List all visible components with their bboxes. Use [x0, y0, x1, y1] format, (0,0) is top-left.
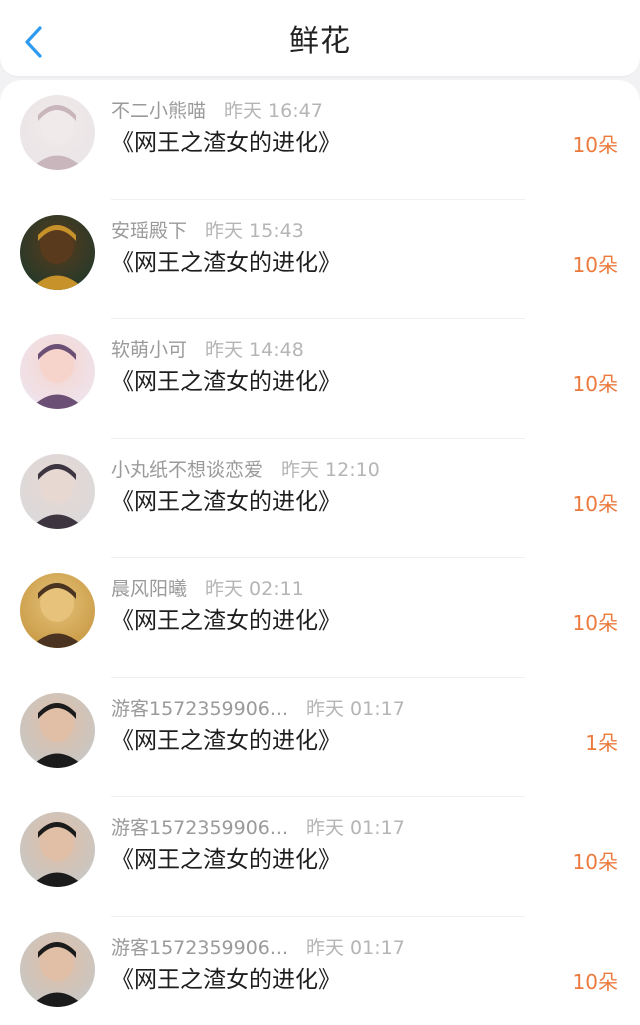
- avatar[interactable]: [20, 453, 95, 529]
- username[interactable]: 游客1572359906...: [111, 817, 288, 839]
- flower-count: 10朵: [572, 133, 618, 157]
- flower-count: 10朵: [572, 252, 618, 277]
- record-meta: 安瑶殿下 昨天 15:43: [111, 220, 304, 242]
- list-item[interactable]: 安瑶殿下 昨天 15:43 《网王之渣女的进化》 10朵: [0, 200, 640, 319]
- username[interactable]: 游客1572359906...: [111, 937, 288, 959]
- timestamp: 昨天 12:10: [281, 458, 380, 481]
- record-meta: 晨风阳曦 昨天 02:11: [111, 578, 304, 600]
- timestamp: 昨天 01:17: [306, 697, 405, 720]
- username[interactable]: 游客1572359906...: [111, 698, 288, 720]
- record-meta: 小丸纸不想谈恋爱 昨天 12:10: [111, 459, 380, 481]
- list-item[interactable]: 游客1572359906... 昨天 01:17 《网王之渣女的进化》 1朵: [0, 678, 640, 797]
- book-title[interactable]: 《网王之渣女的进化》: [111, 727, 341, 755]
- timestamp: 昨天 15:43: [205, 219, 304, 242]
- flower-count: 10朵: [572, 491, 618, 516]
- book-title[interactable]: 《网王之渣女的进化》: [111, 966, 341, 994]
- timestamp: 昨天 14:48: [205, 339, 304, 361]
- book-title[interactable]: 《网王之渣女的进化》: [111, 129, 341, 157]
- list-item[interactable]: 软萌小可 昨天 14:48 《网王之渣女的进化》 10朵: [0, 319, 640, 439]
- avatar[interactable]: [20, 812, 95, 887]
- book-title[interactable]: 《网王之渣女的进化》: [111, 607, 341, 635]
- list-item[interactable]: 游客1572359906... 昨天 01:17 《网王之渣女的进化》 10朵: [0, 917, 640, 1025]
- avatar[interactable]: [20, 334, 95, 409]
- flower-count: 1朵: [585, 730, 618, 755]
- timestamp: 昨天 01:17: [306, 817, 405, 839]
- flower-count: 10朵: [572, 969, 618, 994]
- book-title[interactable]: 《网王之渣女的进化》: [111, 488, 341, 516]
- avatar[interactable]: [20, 931, 95, 1007]
- flower-record-list: 不二小熊喵 昨天 16:47 《网王之渣女的进化》 10朵 安瑶殿下 昨天 15:43 《网…: [0, 80, 640, 1025]
- username[interactable]: 软萌小可: [111, 339, 187, 361]
- username[interactable]: 小丸纸不想谈恋爱: [111, 459, 263, 481]
- flower-count: 10朵: [572, 611, 618, 635]
- avatar[interactable]: [20, 95, 95, 170]
- page-title: 鲜花: [289, 24, 351, 59]
- flower-count: 10朵: [572, 372, 618, 396]
- username[interactable]: 晨风阳曦: [111, 578, 187, 600]
- record-meta: 游客1572359906... 昨天 01:17: [111, 937, 405, 959]
- list-item[interactable]: 游客1572359906... 昨天 01:17 《网王之渣女的进化》 10朵: [0, 797, 640, 917]
- avatar[interactable]: [20, 692, 95, 768]
- record-meta: 游客1572359906... 昨天 01:17: [111, 698, 405, 720]
- list-item[interactable]: 晨风阳曦 昨天 02:11 《网王之渣女的进化》 10朵: [0, 558, 640, 678]
- timestamp: 昨天 16:47: [224, 100, 323, 122]
- avatar[interactable]: [20, 214, 95, 290]
- book-title[interactable]: 《网王之渣女的进化》: [111, 846, 341, 874]
- list-item[interactable]: 不二小熊喵 昨天 16:47 《网王之渣女的进化》 10朵: [0, 80, 640, 200]
- timestamp: 昨天 02:11: [205, 578, 304, 600]
- timestamp: 昨天 01:17: [306, 936, 405, 959]
- list-item[interactable]: 小丸纸不想谈恋爱 昨天 12:10 《网王之渣女的进化》 10朵: [0, 439, 640, 558]
- book-title[interactable]: 《网王之渣女的进化》: [111, 249, 341, 277]
- username[interactable]: 安瑶殿下: [111, 220, 187, 242]
- avatar[interactable]: [20, 573, 95, 648]
- username[interactable]: 不二小熊喵: [111, 100, 206, 122]
- record-meta: 游客1572359906... 昨天 01:17: [111, 817, 405, 839]
- record-meta: 软萌小可 昨天 14:48: [111, 339, 304, 361]
- flower-count: 10朵: [572, 850, 618, 874]
- top-bar: 鲜花: [0, 0, 640, 76]
- record-meta: 不二小熊喵 昨天 16:47: [111, 100, 323, 122]
- book-title[interactable]: 《网王之渣女的进化》: [111, 368, 341, 396]
